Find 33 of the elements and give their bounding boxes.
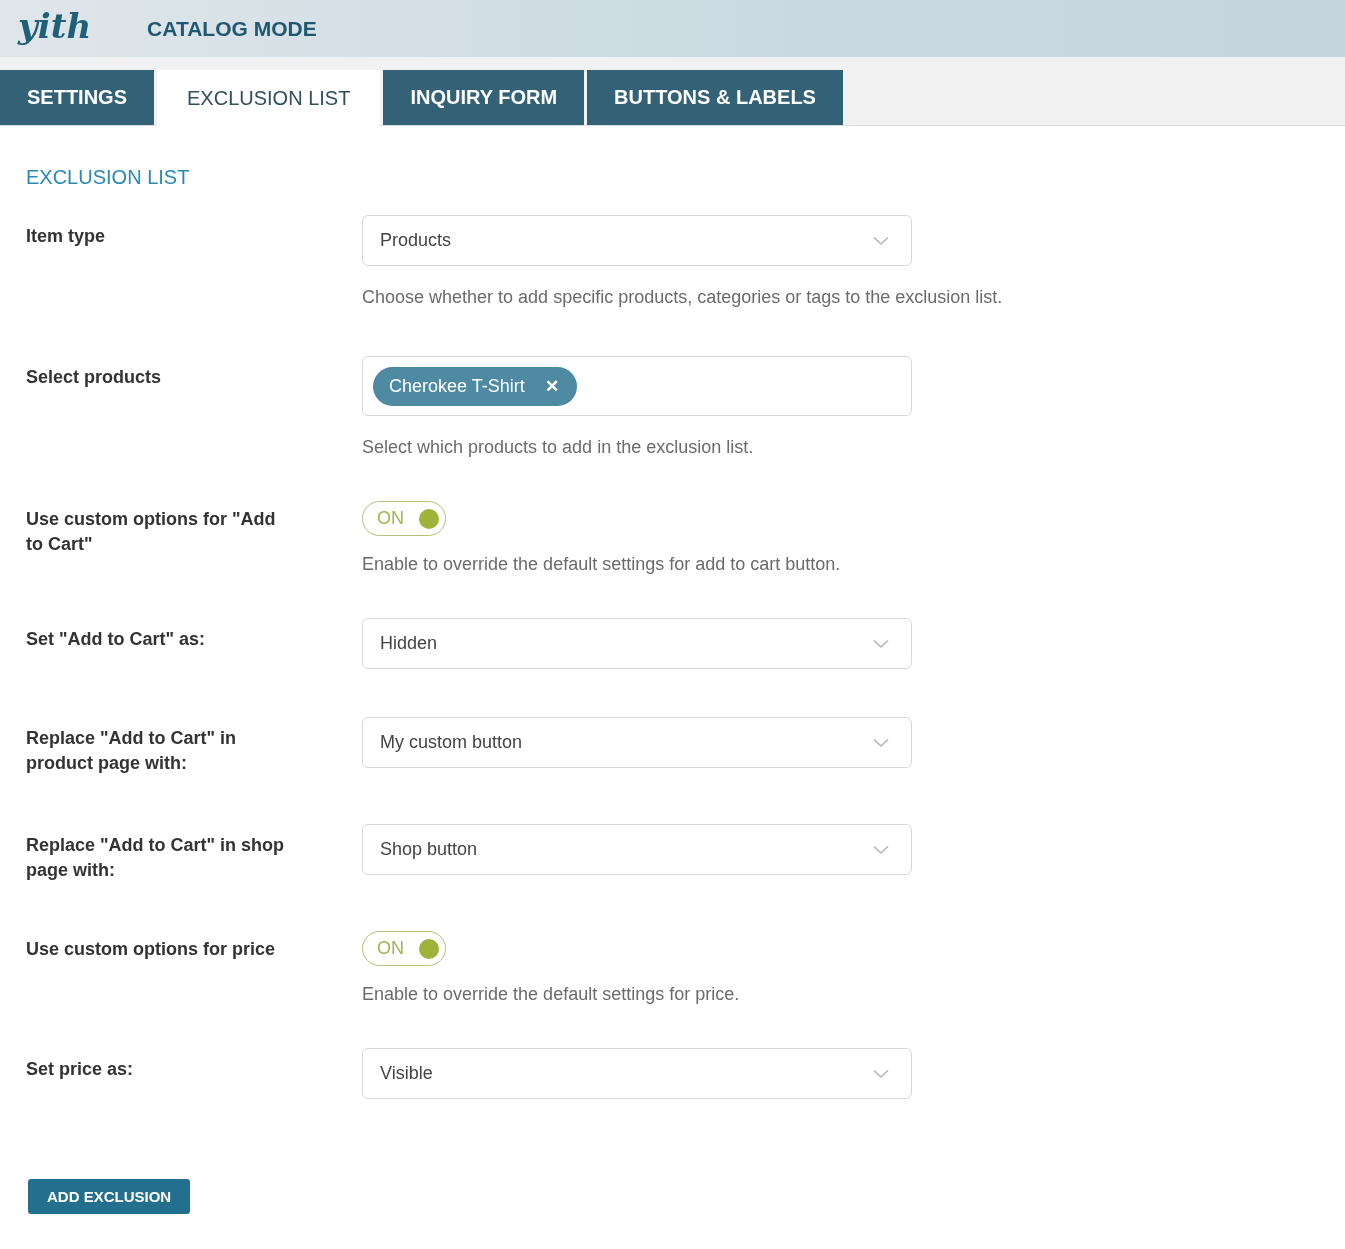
chevron-down-icon (873, 638, 889, 649)
chevron-down-icon (873, 1068, 889, 1079)
tab[interactable]: EXCLUSION LIST (157, 70, 381, 126)
dropdown[interactable]: Visible (362, 1048, 912, 1099)
field-label: Replace "Add to Cart" in product page with: (26, 727, 238, 775)
chevron-down-icon (873, 844, 889, 855)
tab[interactable]: SETTINGS (0, 70, 154, 125)
field-label: Use custom options for price (26, 938, 277, 961)
field-label: Item type (26, 225, 107, 248)
remove-tag-button[interactable]: ✕ (544, 375, 559, 397)
field-label: Select products (26, 366, 163, 389)
dropdown[interactable]: My custom button (362, 717, 912, 768)
chevron-down-icon (873, 737, 889, 748)
field-label: Set "Add to Cart" as: (26, 628, 207, 651)
field-description: Select which products to add in the exclusion list. (362, 437, 755, 458)
field-description: Enable to override the default settings for add to cart button. (362, 554, 842, 575)
add-exclusion-button[interactable]: ADD EXCLUSION (28, 1179, 191, 1214)
field-label: Set price as: (26, 1058, 135, 1081)
tag-field[interactable]: Cherokee T-Shirt ✕ (362, 356, 912, 416)
dropdown[interactable]: Products (362, 215, 912, 266)
logo: yith (18, 5, 92, 46)
section-title: EXCLUSION LIST (26, 166, 191, 189)
field-description: Enable to override the default settings for price. (362, 984, 741, 1005)
tag-label: Cherokee T-Shirt (389, 375, 525, 397)
dropdown[interactable]: Shop button (362, 824, 912, 875)
tab[interactable]: INQUIRY FORM (383, 70, 585, 125)
tab[interactable]: BUTTONS & LABELS (587, 70, 843, 125)
field-description: Choose whether to add specific products, categories or tags to the exclusion list. (362, 287, 1004, 308)
dropdown[interactable]: Hidden (362, 618, 912, 669)
field-label: Use custom options for "Add to Cart" (26, 508, 277, 556)
field-label: Replace "Add to Cart" in shop page with: (26, 834, 286, 882)
plugin-title: CATALOG MODE (147, 16, 317, 41)
chevron-down-icon (873, 235, 889, 246)
